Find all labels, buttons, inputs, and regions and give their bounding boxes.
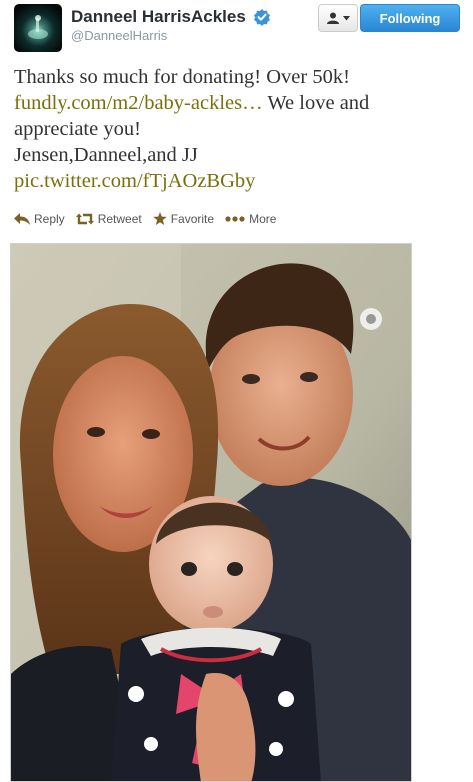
tweet-line-4: Jensen,Danneel,and JJ (14, 144, 198, 166)
tweet-actions: Reply Retweet Favorite More (14, 210, 287, 228)
reply-icon (14, 213, 30, 225)
user-handle[interactable]: @DanneelHarris (71, 28, 271, 43)
tweet-line-2-rest: We love and (262, 92, 370, 114)
pic-link[interactable]: pic.twitter.com/fTjAOzBGby (14, 170, 255, 192)
more-action[interactable]: More (225, 212, 276, 226)
reply-label: Reply (34, 212, 65, 226)
family-photo-image (11, 244, 411, 781)
tweet-line-3: appreciate you! (14, 118, 141, 140)
caret-down-icon (343, 15, 350, 20)
user-dropdown-button[interactable] (318, 4, 358, 32)
following-button[interactable]: Following (360, 4, 460, 32)
tweet-header: Danneel HarrisAckles @DanneelHarris Foll… (14, 4, 464, 54)
user-icon (327, 12, 339, 24)
star-icon (153, 212, 167, 225)
tweet-line-1: Thanks so much for donating! Over 50k! (14, 66, 350, 88)
fundly-link[interactable]: fundly.com/m2/baby-ackles… (14, 92, 263, 114)
verified-badge-icon (253, 8, 271, 26)
retweet-icon (75, 213, 94, 225)
avatar[interactable] (14, 4, 62, 52)
user-names: Danneel HarrisAckles @DanneelHarris (71, 7, 271, 43)
tweet-line-5: pic.twitter.com/fTjAOzBGby (14, 168, 464, 194)
tweet-photo[interactable] (10, 243, 412, 782)
reply-action[interactable]: Reply (14, 212, 65, 226)
favorite-label: Favorite (170, 212, 215, 226)
tweet-text: Thanks so much for donating! Over 50k! f… (14, 64, 464, 194)
more-dots-icon (225, 216, 245, 222)
user-fullname[interactable]: Danneel HarrisAckles (71, 7, 246, 27)
favorite-action[interactable]: Favorite (153, 212, 214, 226)
retweet-label: Retweet (97, 212, 142, 226)
more-label: More (249, 212, 277, 226)
retweet-action[interactable]: Retweet (75, 212, 142, 226)
tweet-line-2: fundly.com/m2/baby-ackles… We love and (14, 90, 464, 116)
